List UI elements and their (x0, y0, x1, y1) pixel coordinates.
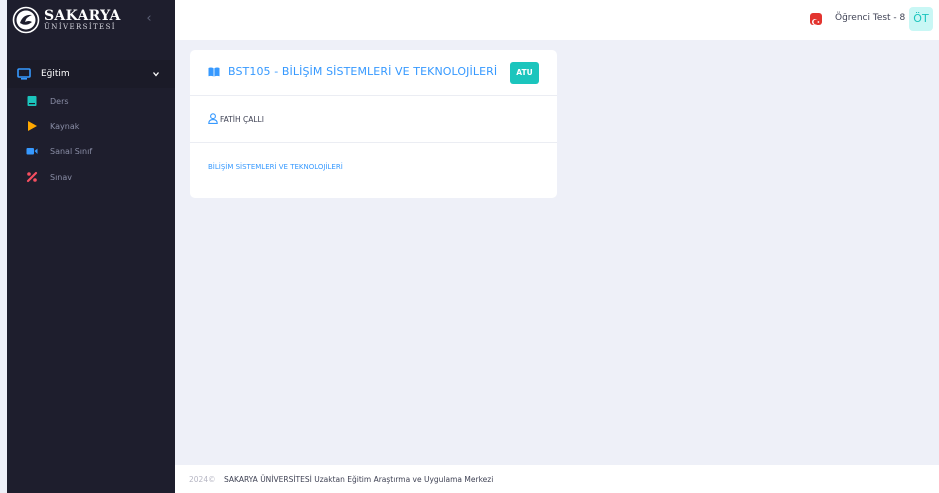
crescent-icon (812, 19, 820, 25)
sidebar-section-label: Eğitim (41, 69, 70, 79)
footer-year: 2024© (189, 475, 216, 484)
brand-title: SAKARYA (44, 8, 121, 24)
course-card: BST105 - BİLİŞİM SİSTEMLERİ VE TEKNOLOJİ… (190, 50, 557, 198)
course-title[interactable]: BST105 - BİLİŞİM SİSTEMLERİ VE TEKNOLOJİ… (228, 65, 497, 78)
sidebar-item-label: Sınav (50, 172, 73, 182)
sidebar-item-sanal-sinif[interactable]: Sanal Sınıf (7, 140, 175, 162)
sidebar-item-label: Kaynak (50, 121, 80, 131)
sidebar-section-egitim[interactable]: Eğitim (7, 60, 175, 88)
avatar[interactable]: ÖT (909, 7, 933, 31)
chevron-down-icon (153, 72, 159, 77)
book-icon (27, 96, 37, 106)
course-link[interactable]: BİLİŞİM SİSTEMLERİ VE TEKNOLOJİLERİ (208, 163, 343, 171)
video-icon (26, 148, 38, 155)
user-name[interactable]: Öğrenci Test - 8 (835, 13, 905, 23)
open-book-icon (208, 67, 220, 77)
sidebar-item-kaynak[interactable]: Kaynak (7, 115, 175, 137)
footer: 2024© SAKARYA ÜNİVERSİTESİ Uzaktan Eğiti… (175, 465, 939, 493)
sidebar-item-label: Sanal Sınıf (50, 146, 93, 156)
sidebar-item-ders[interactable]: Ders (7, 90, 175, 112)
turkey-flag-icon[interactable] (810, 13, 822, 25)
sidebar-collapse-icon[interactable]: ‹ (142, 12, 156, 26)
status-badge: ATU (510, 62, 539, 84)
user-icon (208, 113, 218, 124)
footer-text: SAKARYA ÜNİVERSİTESİ Uzaktan Eğitim Araş… (224, 475, 494, 484)
sidebar-item-label: Ders (50, 96, 69, 106)
university-logo-icon (12, 6, 40, 34)
sidebar-item-sinav[interactable]: Sınav (7, 166, 175, 188)
play-icon (28, 121, 37, 131)
course-card-header: BST105 - BİLİŞİM SİSTEMLERİ VE TEKNOLOJİ… (190, 50, 557, 96)
instructor-name: FATİH ÇALLI (220, 115, 264, 124)
topbar: Öğrenci Test - 8 ÖT (175, 0, 939, 40)
monitor-icon (17, 68, 31, 80)
sidebar: SAKARYA ÜNİVERSİTESİ ‹ Eğitim Ders Kayna… (7, 0, 175, 493)
instructor-row: FATİH ÇALLI (190, 96, 557, 143)
exam-icon (26, 171, 38, 183)
brand-subtitle: ÜNİVERSİTESİ (44, 23, 116, 31)
